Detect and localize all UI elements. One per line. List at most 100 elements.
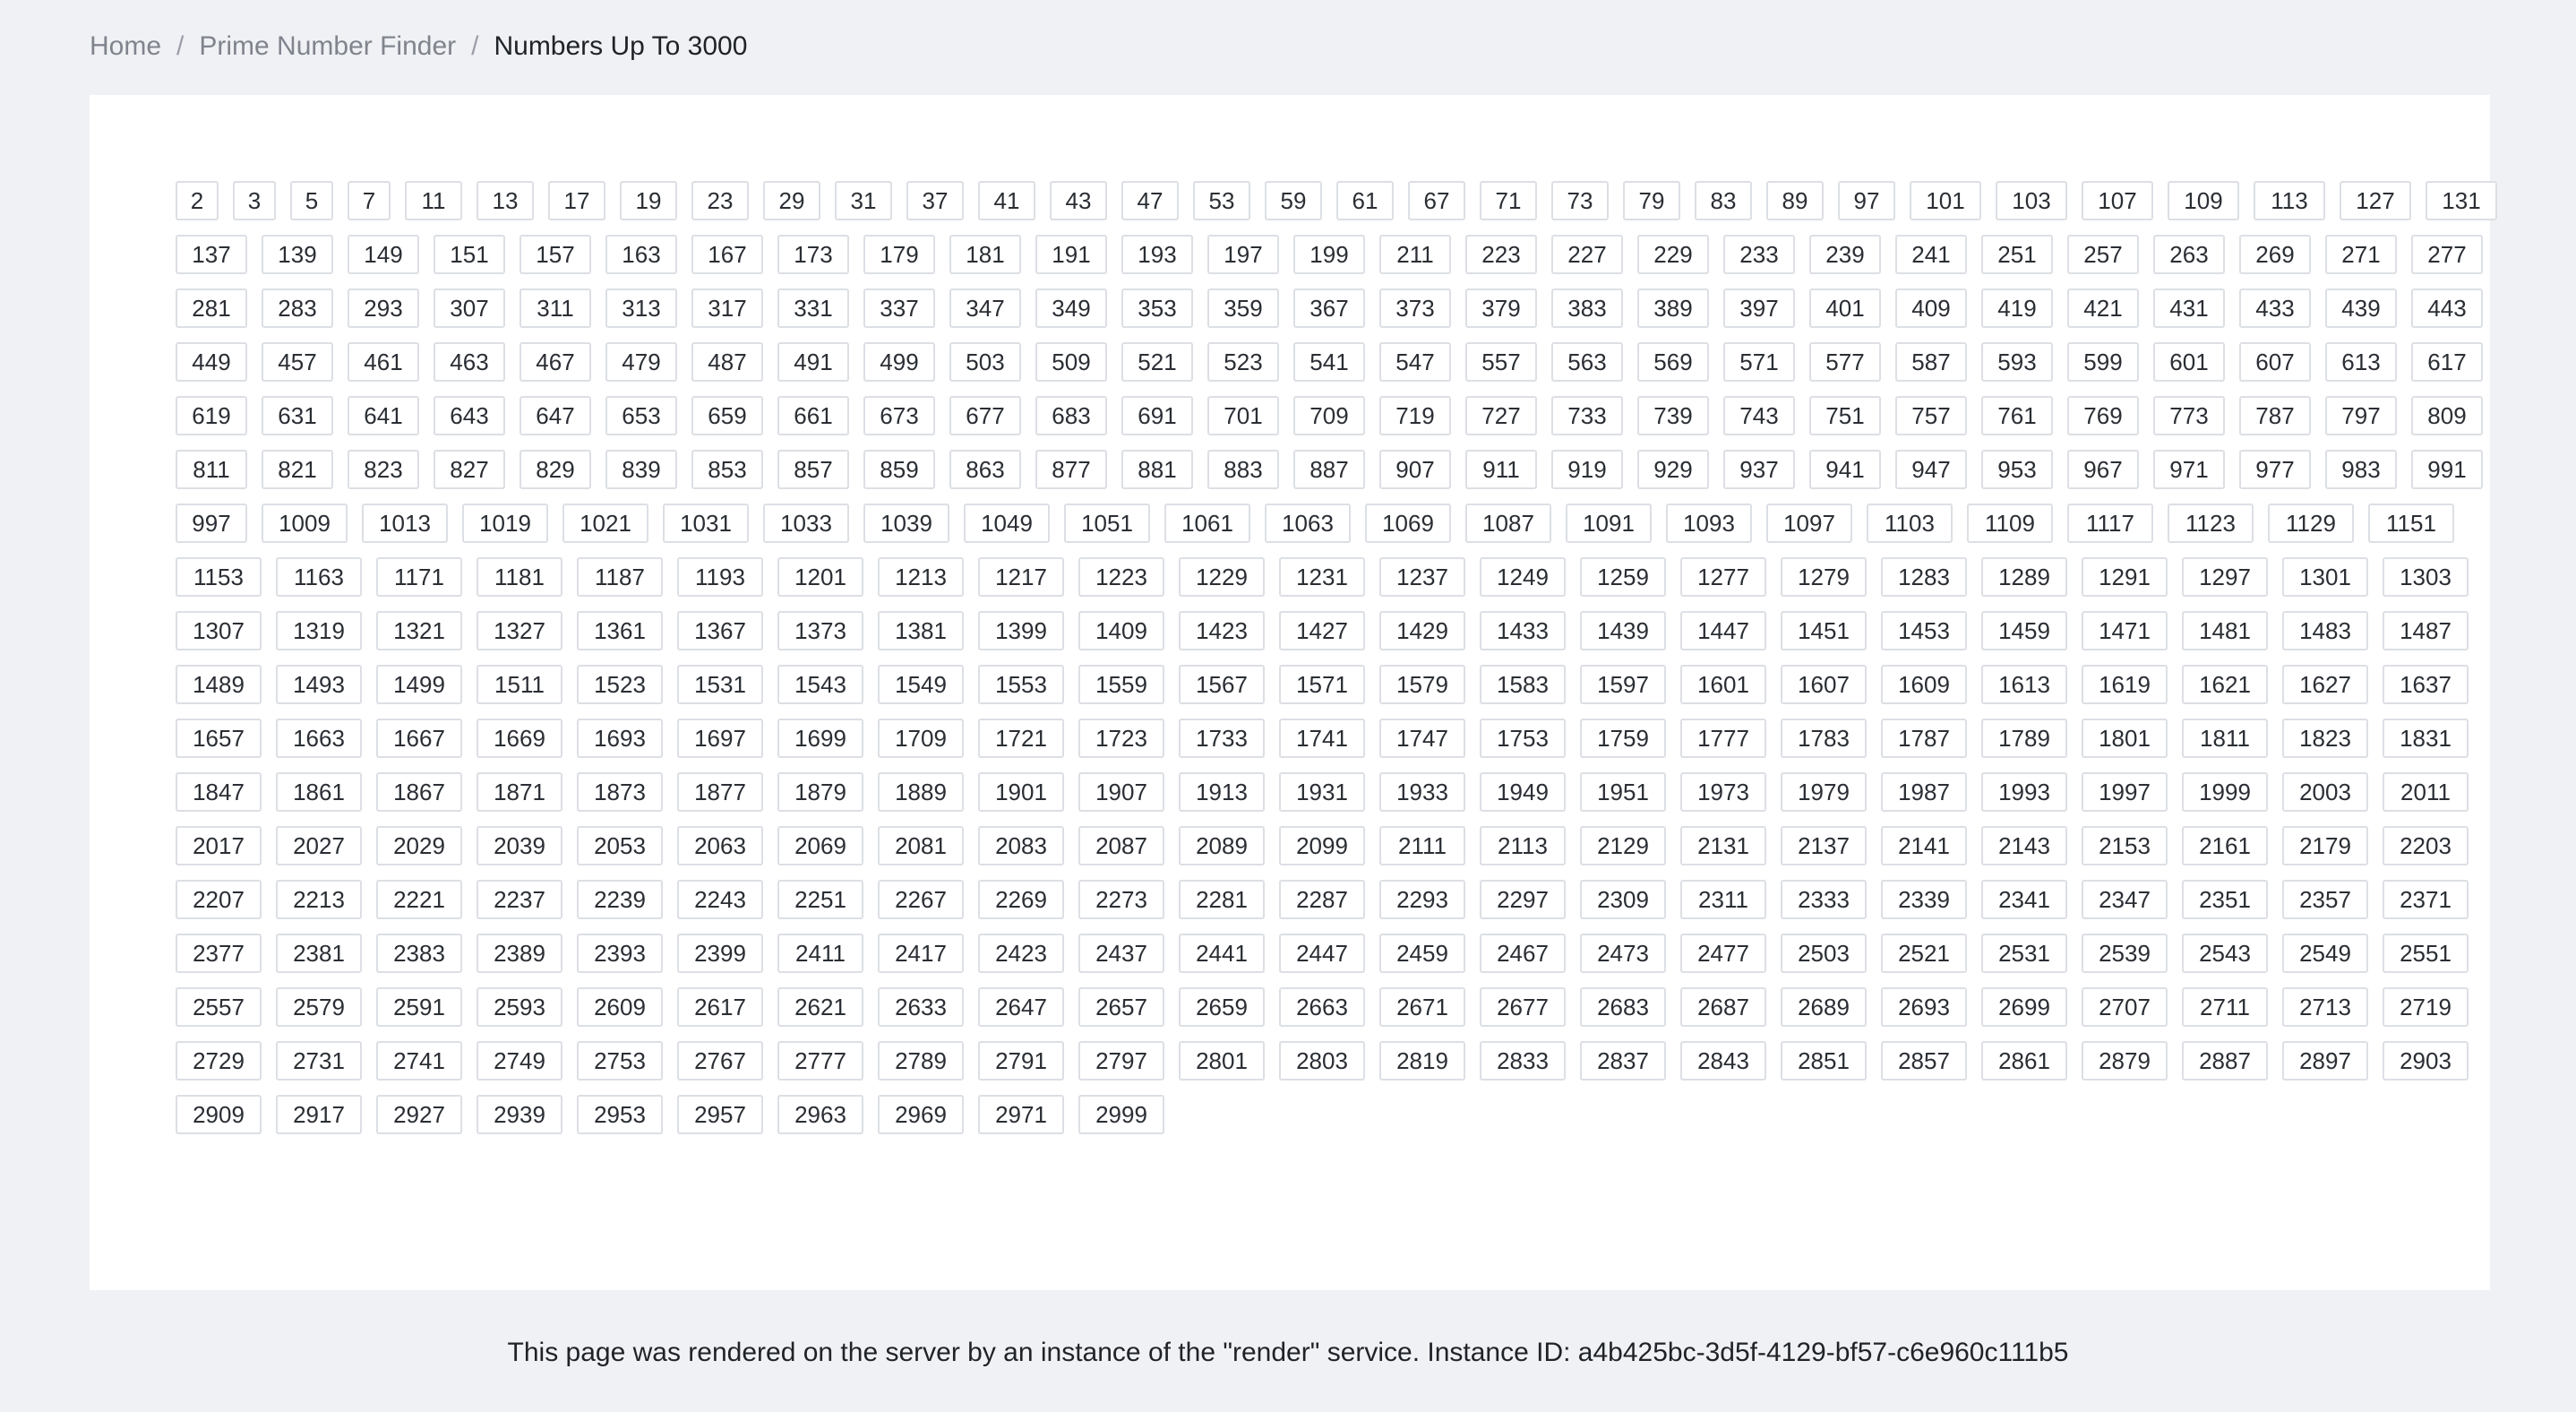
prime-number-item[interactable]: 1663 bbox=[276, 719, 362, 758]
prime-number-item[interactable]: 1907 bbox=[1078, 772, 1164, 812]
prime-number-item[interactable]: 353 bbox=[1121, 288, 1193, 328]
prime-number-item[interactable]: 2 bbox=[176, 181, 219, 220]
prime-number-item[interactable]: 2939 bbox=[477, 1095, 562, 1134]
prime-number-item[interactable]: 139 bbox=[262, 235, 333, 274]
breadcrumb-prime-finder-link[interactable]: Prime Number Finder bbox=[199, 27, 456, 66]
prime-number-item[interactable]: 1129 bbox=[2268, 504, 2354, 543]
prime-number-item[interactable]: 1291 bbox=[2082, 557, 2168, 597]
prime-number-item[interactable]: 2971 bbox=[978, 1095, 1064, 1134]
prime-number-item[interactable]: 2803 bbox=[1279, 1041, 1365, 1081]
prime-number-item[interactable]: 1039 bbox=[863, 504, 949, 543]
prime-number-item[interactable]: 2749 bbox=[477, 1041, 562, 1081]
prime-number-item[interactable]: 1993 bbox=[1981, 772, 2067, 812]
prime-number-item[interactable]: 1499 bbox=[376, 665, 462, 704]
prime-number-item[interactable]: 1447 bbox=[1680, 611, 1766, 650]
prime-number-item[interactable]: 1831 bbox=[2383, 719, 2469, 758]
prime-number-item[interactable]: 167 bbox=[691, 235, 763, 274]
prime-number-item[interactable]: 2339 bbox=[1881, 880, 1967, 919]
prime-number-item[interactable]: 2657 bbox=[1078, 987, 1164, 1027]
prime-number-item[interactable]: 541 bbox=[1293, 342, 1365, 382]
prime-number-item[interactable]: 2999 bbox=[1078, 1095, 1164, 1134]
prime-number-item[interactable]: 2003 bbox=[2282, 772, 2368, 812]
prime-number-item[interactable]: 2459 bbox=[1379, 934, 1465, 973]
prime-number-item[interactable]: 2333 bbox=[1781, 880, 1867, 919]
prime-number-item[interactable]: 1553 bbox=[978, 665, 1064, 704]
prime-number-item[interactable]: 1823 bbox=[2282, 719, 2368, 758]
prime-number-item[interactable]: 23 bbox=[691, 181, 749, 220]
prime-number-item[interactable]: 857 bbox=[777, 450, 849, 489]
prime-number-item[interactable]: 929 bbox=[1637, 450, 1709, 489]
prime-number-item[interactable]: 2741 bbox=[376, 1041, 462, 1081]
prime-number-item[interactable]: 151 bbox=[434, 235, 505, 274]
prime-number-item[interactable]: 2063 bbox=[677, 826, 763, 865]
prime-number-item[interactable]: 647 bbox=[519, 396, 591, 435]
prime-number-item[interactable]: 1879 bbox=[777, 772, 863, 812]
prime-number-item[interactable]: 2887 bbox=[2182, 1041, 2268, 1081]
prime-number-item[interactable]: 2591 bbox=[376, 987, 462, 1027]
prime-number-item[interactable]: 2161 bbox=[2182, 826, 2268, 865]
prime-number-item[interactable]: 1861 bbox=[276, 772, 362, 812]
prime-number-item[interactable]: 2683 bbox=[1580, 987, 1666, 1027]
prime-number-item[interactable]: 2437 bbox=[1078, 934, 1164, 973]
prime-number-item[interactable]: 661 bbox=[777, 396, 849, 435]
prime-number-item[interactable]: 1213 bbox=[878, 557, 964, 597]
prime-number-item[interactable]: 1489 bbox=[176, 665, 262, 704]
prime-number-item[interactable]: 859 bbox=[863, 450, 935, 489]
prime-number-item[interactable]: 461 bbox=[348, 342, 419, 382]
prime-number-item[interactable]: 1361 bbox=[577, 611, 663, 650]
prime-number-item[interactable]: 277 bbox=[2411, 235, 2483, 274]
prime-number-item[interactable]: 2381 bbox=[276, 934, 362, 973]
prime-number-item[interactable]: 2917 bbox=[276, 1095, 362, 1134]
prime-number-item[interactable]: 2857 bbox=[1881, 1041, 1967, 1081]
prime-number-item[interactable]: 311 bbox=[519, 288, 591, 328]
prime-number-item[interactable]: 2143 bbox=[1981, 826, 2067, 865]
prime-number-item[interactable]: 2687 bbox=[1680, 987, 1766, 1027]
prime-number-item[interactable]: 2029 bbox=[376, 826, 462, 865]
prime-number-item[interactable]: 2399 bbox=[677, 934, 763, 973]
prime-number-item[interactable]: 1327 bbox=[477, 611, 562, 650]
prime-number-item[interactable]: 2089 bbox=[1179, 826, 1265, 865]
prime-number-item[interactable]: 1187 bbox=[577, 557, 663, 597]
prime-number-item[interactable]: 1709 bbox=[878, 719, 964, 758]
prime-number-item[interactable]: 233 bbox=[1723, 235, 1795, 274]
prime-number-item[interactable]: 2801 bbox=[1179, 1041, 1265, 1081]
prime-number-item[interactable]: 619 bbox=[176, 396, 247, 435]
prime-number-item[interactable]: 911 bbox=[1465, 450, 1537, 489]
prime-number-item[interactable]: 2689 bbox=[1781, 987, 1867, 1027]
prime-number-item[interactable]: 1601 bbox=[1680, 665, 1766, 704]
prime-number-item[interactable]: 317 bbox=[691, 288, 763, 328]
prime-number-item[interactable]: 1583 bbox=[1480, 665, 1566, 704]
prime-number-item[interactable]: 2179 bbox=[2282, 826, 2368, 865]
prime-number-item[interactable]: 769 bbox=[2067, 396, 2139, 435]
prime-number-item[interactable]: 1093 bbox=[1666, 504, 1752, 543]
prime-number-item[interactable]: 577 bbox=[1809, 342, 1881, 382]
prime-number-item[interactable]: 2357 bbox=[2282, 880, 2368, 919]
prime-number-item[interactable]: 419 bbox=[1981, 288, 2053, 328]
prime-number-item[interactable]: 1949 bbox=[1480, 772, 1566, 812]
prime-number-item[interactable]: 2677 bbox=[1480, 987, 1566, 1027]
prime-number-item[interactable]: 1627 bbox=[2282, 665, 2368, 704]
prime-number-item[interactable]: 383 bbox=[1551, 288, 1623, 328]
prime-number-item[interactable]: 809 bbox=[2411, 396, 2483, 435]
prime-number-item[interactable]: 1693 bbox=[577, 719, 663, 758]
prime-number-item[interactable]: 1699 bbox=[777, 719, 863, 758]
prime-number-item[interactable]: 67 bbox=[1408, 181, 1465, 220]
prime-number-item[interactable]: 2617 bbox=[677, 987, 763, 1027]
prime-number-item[interactable]: 739 bbox=[1637, 396, 1709, 435]
prime-number-item[interactable]: 1283 bbox=[1881, 557, 1967, 597]
prime-number-item[interactable]: 2861 bbox=[1981, 1041, 2067, 1081]
prime-number-item[interactable]: 631 bbox=[262, 396, 333, 435]
prime-number-item[interactable]: 1483 bbox=[2282, 611, 2368, 650]
prime-number-item[interactable]: 2441 bbox=[1179, 934, 1265, 973]
prime-number-item[interactable]: 2417 bbox=[878, 934, 964, 973]
prime-number-item[interactable]: 2111 bbox=[1379, 826, 1465, 865]
prime-number-item[interactable]: 659 bbox=[691, 396, 763, 435]
prime-number-item[interactable]: 2969 bbox=[878, 1095, 964, 1134]
prime-number-item[interactable]: 1511 bbox=[477, 665, 562, 704]
prime-number-item[interactable]: 181 bbox=[949, 235, 1021, 274]
prime-number-item[interactable]: 2719 bbox=[2383, 987, 2469, 1027]
prime-number-item[interactable]: 1307 bbox=[176, 611, 262, 650]
prime-number-item[interactable]: 2153 bbox=[2082, 826, 2168, 865]
prime-number-item[interactable]: 2551 bbox=[2383, 934, 2469, 973]
prime-number-item[interactable]: 907 bbox=[1379, 450, 1451, 489]
